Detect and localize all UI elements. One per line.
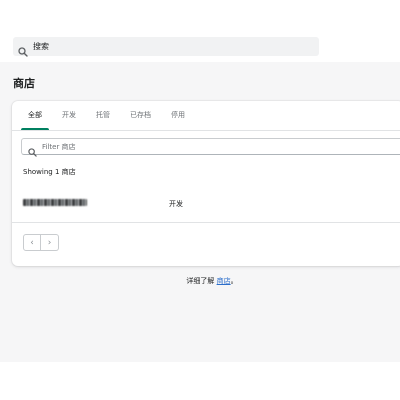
- learn-more-link[interactable]: 商店: [217, 277, 231, 285]
- page-title: 商店: [13, 77, 35, 90]
- top-bar: 搜索: [0, 0, 400, 63]
- pagination: ‹ ›: [23, 234, 59, 251]
- tab-inactive[interactable]: 停用: [161, 101, 195, 130]
- search-label: 搜索: [33, 42, 49, 51]
- tab-development[interactable]: 开发: [52, 101, 86, 130]
- tab-bar: 全部 开发 托管 已存档 停用: [18, 101, 195, 130]
- stores-card: 全部 开发 托管 已存档 停用 Filter 商店 Showing 1 商店 开…: [12, 101, 400, 266]
- row-divider: [12, 222, 400, 223]
- chevron-left-icon: ‹: [30, 237, 34, 248]
- main-content: 商店 全部 开发 托管 已存档 停用 Filter 商店 Showing 1 商…: [0, 62, 400, 362]
- tab-managed[interactable]: 托管: [86, 101, 120, 130]
- footer-prefix: 详细了解: [186, 277, 217, 285]
- table-row[interactable]: 开发: [12, 185, 400, 222]
- search-icon: [28, 142, 37, 157]
- footer-help: 详细了解 商店。: [0, 276, 400, 286]
- next-page-button[interactable]: ›: [41, 234, 59, 251]
- previous-page-button[interactable]: ‹: [23, 234, 41, 251]
- chevron-right-icon: ›: [47, 237, 52, 248]
- filter-placeholder: Filter 商店: [42, 142, 76, 151]
- tab-archived[interactable]: 已存档: [120, 101, 161, 130]
- store-name-redacted[interactable]: [23, 199, 87, 206]
- store-status: 开发: [169, 200, 183, 208]
- results-count: Showing 1 商店: [23, 168, 76, 176]
- tab-all[interactable]: 全部: [18, 101, 52, 130]
- global-search-bar[interactable]: 搜索: [13, 37, 319, 57]
- search-icon: [18, 42, 28, 57]
- footer-suffix: 。: [230, 277, 238, 285]
- tabs-divider: [12, 130, 400, 131]
- filter-input[interactable]: Filter 商店: [21, 138, 400, 157]
